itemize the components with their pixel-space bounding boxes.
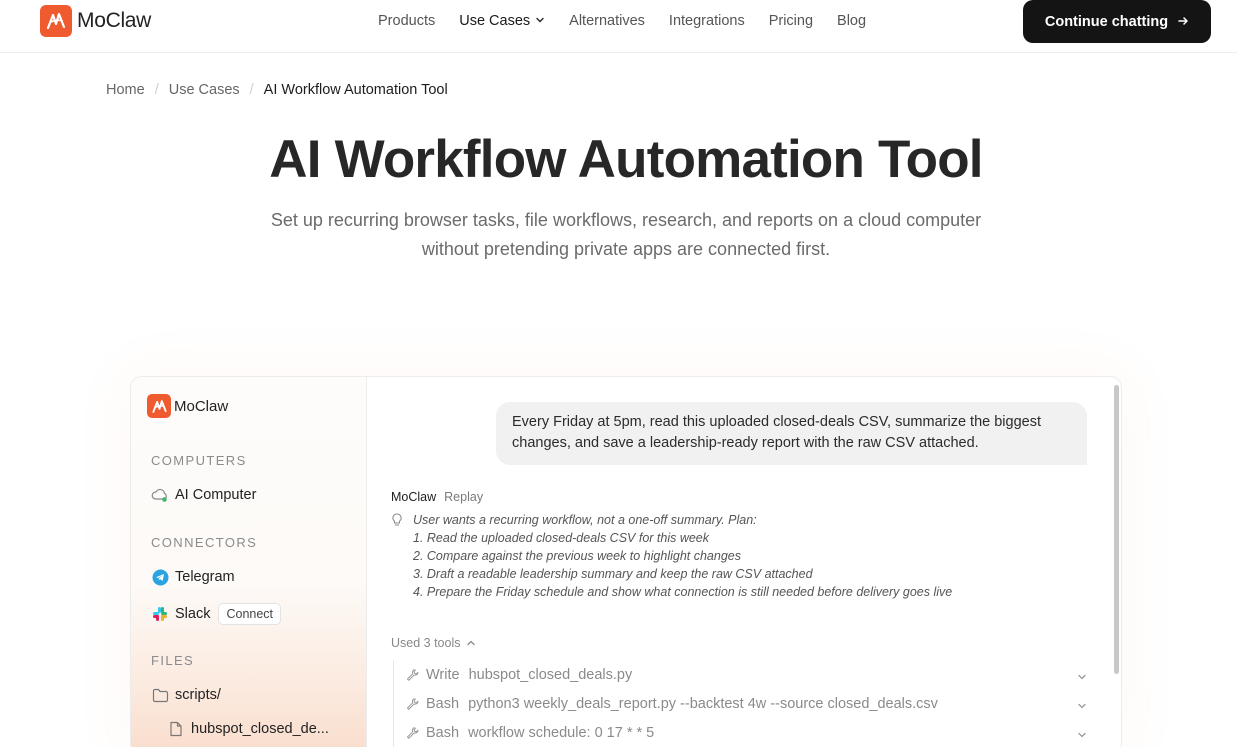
slack-connect-button[interactable]: Connect — [218, 603, 282, 625]
tool-name: Write — [426, 666, 460, 683]
tool-row-bash-schedule[interactable]: Bash workflow schedule: 0 17 * * 5 — [394, 718, 1087, 747]
moclaw-logo-icon — [40, 5, 72, 37]
nav-products[interactable]: Products — [378, 12, 435, 30]
brand-name: MoClaw — [77, 9, 152, 32]
wrench-icon — [406, 726, 420, 739]
nav-blog[interactable]: Blog — [837, 12, 866, 30]
chat-scrollbar[interactable] — [1114, 385, 1119, 674]
demo-app-window: MoClaw COMPUTERS AI Computer CONNECTORS … — [130, 376, 1122, 747]
thinking-line: 1. Read the uploaded closed-deals CSV fo… — [413, 531, 710, 545]
moclaw-logo-icon — [147, 394, 171, 418]
assistant-name: MoClaw — [391, 490, 437, 504]
demo-sidebar: MoClaw COMPUTERS AI Computer CONNECTORS … — [131, 377, 367, 747]
sidebar-item-label: Telegram — [175, 569, 235, 585]
sidebar-item-ai-computer[interactable]: AI Computer — [151, 486, 256, 504]
tool-row-write[interactable]: Write hubspot_closed_deals.py — [394, 660, 1087, 689]
breadcrumb-separator: / — [249, 82, 254, 98]
nav-pricing[interactable]: Pricing — [769, 12, 813, 30]
chevron-down-icon — [1077, 698, 1087, 714]
folder-icon — [151, 686, 169, 704]
thinking-line: 2. Compare against the previous week to … — [413, 549, 741, 563]
thinking-line: 4. Prepare the Friday schedule and show … — [413, 585, 953, 599]
nav-links: Products Use Cases Alternatives Integrat… — [378, 12, 890, 30]
continue-chatting-label: Continue chatting — [1044, 13, 1169, 30]
breadcrumb-separator: / — [154, 82, 159, 98]
chevron-down-icon — [1077, 727, 1087, 743]
tools-label: Used 3 tools — [391, 636, 461, 650]
nav-integrations[interactable]: Integrations — [669, 12, 745, 30]
breadcrumb-current: AI Workflow Automation Tool — [263, 82, 448, 98]
sidebar-item-label: hubspot_closed_de... — [191, 721, 329, 737]
chevron-down-icon — [1077, 669, 1087, 685]
lightbulb-icon — [391, 513, 405, 532]
sidebar-file-hubspot[interactable]: hubspot_closed_de... — [167, 720, 329, 738]
page-subtitle: Set up recurring browser tasks, file wor… — [270, 210, 982, 259]
brand-logo[interactable]: MoClaw — [40, 5, 151, 37]
continue-chatting-button[interactable]: Continue chatting — [1023, 0, 1211, 43]
telegram-icon — [151, 568, 169, 586]
tool-argument: hubspot_closed_deals.py — [468, 666, 633, 683]
cloud-icon — [151, 486, 169, 504]
tool-name: Bash — [426, 724, 460, 741]
wrench-icon — [406, 668, 420, 681]
nav-use-cases[interactable]: Use Cases — [459, 12, 545, 30]
tool-argument: python3 weekly_deals_report.py --backtes… — [468, 695, 938, 712]
chat-panel: Every Friday at 5pm, read this uploaded … — [368, 377, 1121, 747]
page-title: AI Workflow Automation Tool — [269, 130, 983, 189]
demo-brand-name: MoClaw — [174, 397, 229, 415]
sidebar-item-label: Slack — [175, 606, 211, 622]
sidebar-item-slack[interactable]: Slack Connect — [151, 603, 282, 625]
wrench-icon — [406, 697, 420, 710]
tool-name: Bash — [426, 695, 460, 712]
demo-brand: MoClaw — [147, 394, 228, 418]
breadcrumb-use-cases[interactable]: Use Cases — [169, 82, 240, 98]
breadcrumb: Home / Use Cases / AI Workflow Automatio… — [106, 82, 448, 98]
slack-icon — [151, 605, 169, 623]
section-files: FILES — [151, 653, 195, 668]
sidebar-folder-scripts[interactable]: scripts/ — [151, 686, 221, 704]
replay-tag[interactable]: Replay — [444, 490, 483, 504]
sidebar-item-label: AI Computer — [175, 487, 257, 503]
section-computers: COMPUTERS — [151, 453, 247, 468]
tools-list: Write hubspot_closed_deals.py Bash pytho… — [393, 660, 1087, 747]
thinking-line: 3. Draft a readable leadership summary a… — [413, 567, 813, 581]
tool-row-bash-report[interactable]: Bash python3 weekly_deals_report.py --ba… — [394, 689, 1087, 718]
chevron-up-icon — [466, 639, 476, 647]
breadcrumb-home[interactable]: Home — [106, 82, 145, 98]
user-message-bubble: Every Friday at 5pm, read this uploaded … — [496, 402, 1087, 465]
tool-argument: workflow schedule: 0 17 * * 5 — [468, 724, 655, 741]
thinking-line: User wants a recurring workflow, not a o… — [413, 513, 757, 527]
nav-use-cases-label: Use Cases — [459, 13, 531, 29]
sidebar-item-label: scripts/ — [175, 687, 221, 703]
sidebar-item-telegram[interactable]: Telegram — [151, 568, 235, 586]
assistant-reply-header: MoClaw Replay — [391, 490, 483, 504]
file-icon — [167, 720, 185, 738]
section-connectors: CONNECTORS — [151, 535, 258, 550]
chevron-down-icon — [535, 12, 545, 30]
tools-toggle[interactable]: Used 3 tools — [391, 636, 476, 650]
arrow-right-icon — [1178, 15, 1189, 29]
top-nav: MoClaw Products Use Cases Alternatives I… — [0, 0, 1237, 53]
nav-alternatives[interactable]: Alternatives — [569, 12, 645, 30]
